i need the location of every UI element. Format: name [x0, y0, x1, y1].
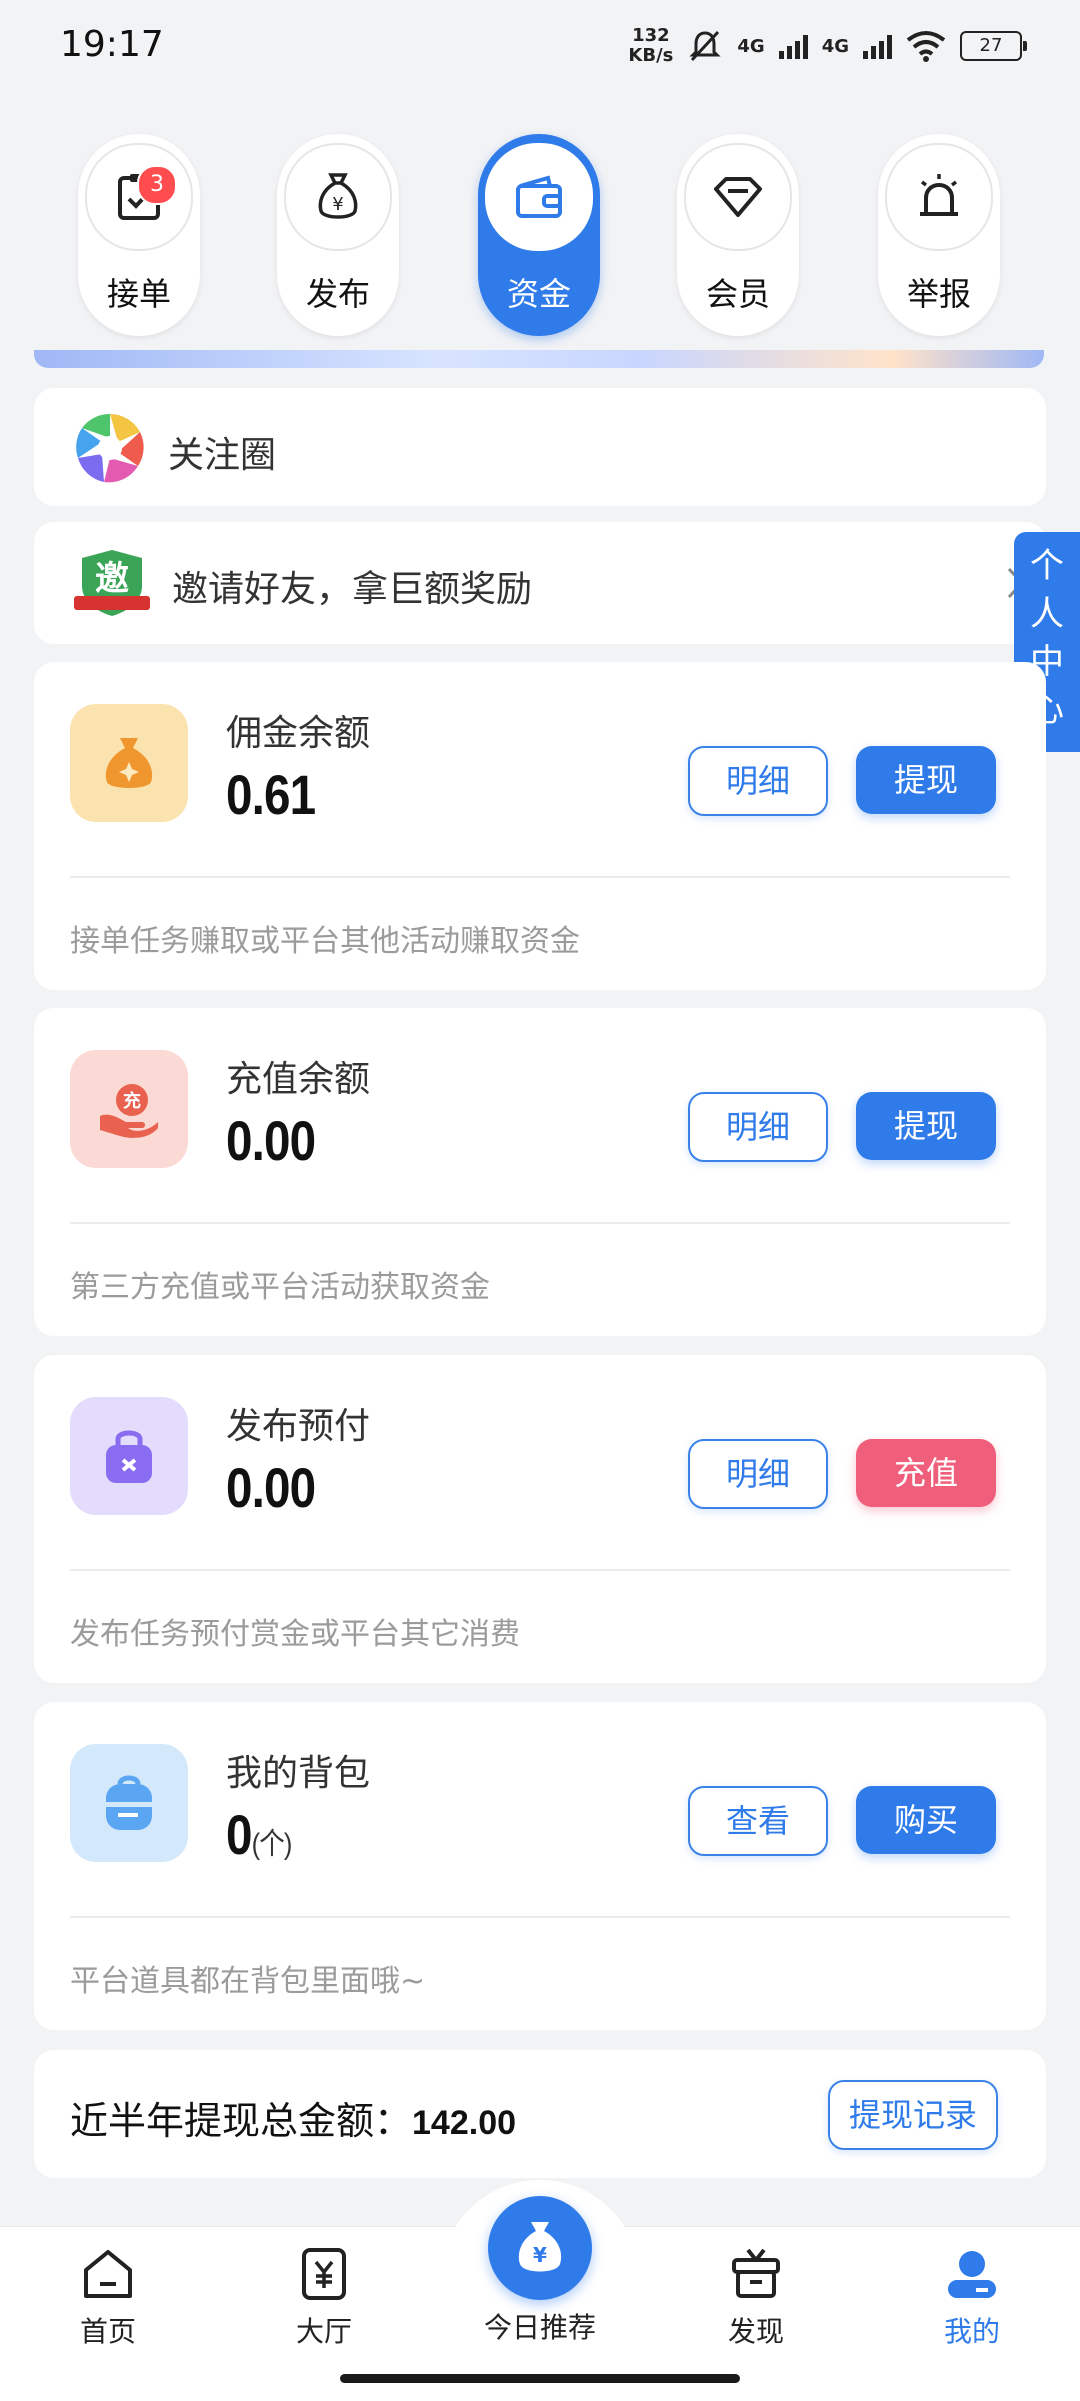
fund-title: 发布预付 — [226, 1406, 371, 1447]
status-icons: 132 KB/s 4G 4G 27 — [628, 25, 1027, 66]
signal-label-2: 4G — [821, 35, 849, 57]
battery-icon: 27 — [960, 31, 1027, 61]
nav-label: 发现 — [727, 2315, 784, 2348]
status-time: 19:17 — [60, 24, 164, 65]
withdraw-total-text: 近半年提现总金额：142.00 — [70, 2099, 517, 2143]
tab-label: 发布 — [305, 275, 370, 313]
diamond-icon — [714, 177, 762, 217]
fund-amount: 0.61 — [226, 763, 316, 826]
fund-description: 发布任务预付赏金或平台其它消费 — [70, 1617, 520, 1652]
withdraw-total-value: 142.00 — [412, 2104, 517, 2142]
divider — [70, 1222, 1010, 1224]
recharge-button[interactable]: 充值 — [856, 1439, 996, 1507]
backpack-icon — [70, 1744, 188, 1862]
aperture-icon — [76, 413, 144, 483]
nav-label: 首页 — [79, 2315, 136, 2348]
alarm-icon — [920, 174, 958, 216]
net-speed: 132 KB/s — [628, 25, 674, 66]
nav-mine[interactable]: 我的 — [902, 2246, 1042, 2350]
coin-bag-icon — [70, 704, 188, 822]
tab-label: 会员 — [705, 275, 770, 313]
details-button[interactable]: 明细 — [688, 746, 828, 816]
invite-banner[interactable]: 邀 邀请好友，拿巨额奖励 — [34, 522, 1046, 644]
tab-report[interactable]: 举报 — [878, 134, 1000, 336]
nav-label: 今日推荐 — [483, 2311, 596, 2344]
divider — [70, 876, 1010, 878]
nav-today-recommend[interactable]: ¥ — [488, 2196, 592, 2300]
signal-label-1: 4G — [737, 35, 765, 57]
nav-hall[interactable]: 大厅 — [254, 2246, 394, 2350]
fund-amount: 0.00 — [226, 1109, 316, 1172]
gift-box-icon — [732, 2248, 780, 2298]
svg-text:¥: ¥ — [332, 194, 343, 215]
tab-take-order[interactable]: 3 接单 — [78, 134, 200, 336]
fund-description: 平台道具都在背包里面哦~ — [70, 1964, 426, 1999]
details-button[interactable]: 明细 — [688, 1092, 828, 1162]
follow-circle-row[interactable]: 关注圈 — [34, 388, 1046, 506]
fund-amount: 0.00 — [226, 1456, 316, 1519]
home-indicator — [340, 2374, 740, 2383]
fund-description: 第三方充值或平台活动获取资金 — [70, 1270, 490, 1305]
buy-button[interactable]: 购买 — [856, 1786, 996, 1854]
divider — [70, 1916, 1010, 1918]
wifi-icon — [906, 31, 946, 62]
tab-label: 举报 — [906, 275, 971, 313]
signal-bars-icon — [778, 33, 808, 59]
invite-badge-icon: 邀 — [74, 550, 150, 616]
withdraw-total-card: 近半年提现总金额：142.00 提现记录 — [34, 2050, 1046, 2178]
tab-label: 接单 — [106, 275, 171, 313]
nav-home[interactable]: 首页 — [38, 2246, 178, 2350]
my-backpack-card: 我的背包 0(个) 查看 购买 平台道具都在背包里面哦~ — [34, 1702, 1046, 2030]
home-icon — [84, 2250, 132, 2298]
withdraw-records-button[interactable]: 提现记录 — [828, 2080, 998, 2150]
tab-badge: 3 — [137, 165, 177, 205]
details-button[interactable]: 明细 — [688, 1439, 828, 1509]
signal-bars-icon — [863, 33, 892, 59]
fund-title: 充值余额 — [226, 1059, 371, 1100]
yen-tag-icon — [302, 2248, 346, 2300]
money-bag-icon: ¥ — [318, 173, 358, 219]
fund-title: 我的背包 — [226, 1753, 371, 1794]
fund-amount: 0(个) — [226, 1803, 293, 1866]
tab-label: 资金 — [506, 275, 571, 313]
nav-discover[interactable]: 发现 — [686, 2246, 826, 2350]
fund-unit: (个) — [251, 1828, 293, 1861]
svg-text:¥: ¥ — [533, 2243, 547, 2267]
tab-funds[interactable]: 资金 — [478, 134, 600, 336]
nav-label: 我的 — [943, 2315, 1000, 2348]
recharge-hand-icon: 充 — [70, 1050, 188, 1168]
tab-publish[interactable]: ¥ 发布 — [277, 134, 399, 336]
publish-prepaid-card: 发布预付 0.00 明细 充值 发布任务预付赏金或平台其它消费 — [34, 1355, 1046, 1683]
fund-title: 佣金余额 — [226, 713, 371, 754]
nav-label: 大厅 — [295, 2315, 352, 2348]
mute-icon — [689, 30, 721, 62]
view-button[interactable]: 查看 — [688, 1786, 828, 1856]
tab-member[interactable]: 会员 — [677, 134, 799, 336]
withdraw-button[interactable]: 提现 — [856, 746, 996, 814]
invite-label: 邀请好友，拿巨额奖励 — [172, 569, 533, 610]
divider — [70, 1569, 1010, 1571]
commission-balance-card: 佣金余额 0.61 明细 提现 接单任务赚取或平台其他活动赚取资金 — [34, 662, 1046, 990]
wallet-icon — [516, 175, 562, 218]
user-icon — [948, 2251, 996, 2298]
follow-circle-label: 关注圈 — [168, 435, 277, 476]
withdraw-button[interactable]: 提现 — [856, 1092, 996, 1160]
recharge-balance-card: 充 充值余额 0.00 明细 提现 第三方充值或平台活动获取资金 — [34, 1008, 1046, 1336]
svg-text:充: 充 — [123, 1090, 141, 1112]
fund-description: 接单任务赚取或平台其他活动赚取资金 — [70, 924, 580, 959]
banner-carousel[interactable] — [34, 350, 1044, 368]
svg-text:邀: 邀 — [95, 559, 129, 599]
money-bag-icon: ¥ — [518, 2222, 562, 2272]
shopping-bag-icon — [70, 1397, 188, 1515]
